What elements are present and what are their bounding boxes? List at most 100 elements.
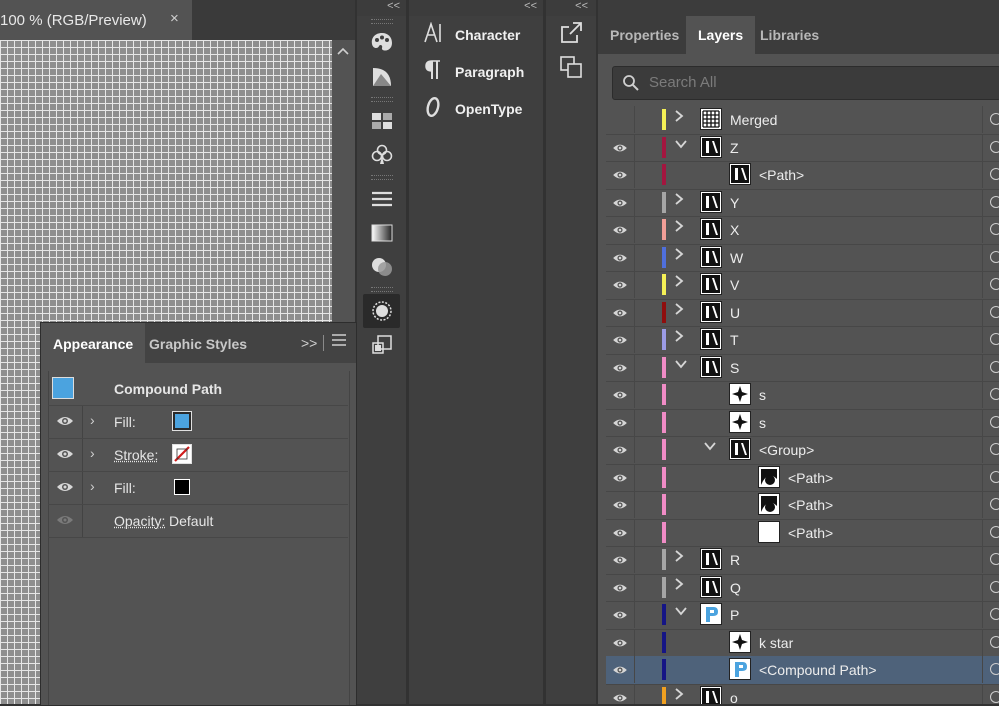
layer-row[interactable]: k star bbox=[606, 629, 999, 658]
layer-name[interactable]: k star bbox=[759, 635, 793, 651]
eye-icon[interactable] bbox=[612, 333, 628, 347]
eye-icon[interactable] bbox=[612, 498, 628, 512]
expand-chevron-icon[interactable] bbox=[674, 329, 684, 346]
target-circle-icon[interactable] bbox=[990, 361, 999, 373]
search-input[interactable] bbox=[647, 73, 981, 92]
eye-icon[interactable] bbox=[612, 691, 628, 705]
target-circle-icon[interactable] bbox=[990, 388, 999, 400]
layer-name[interactable]: s bbox=[759, 387, 766, 403]
eye-icon[interactable] bbox=[612, 663, 628, 677]
color-guide-palette-icon[interactable] bbox=[357, 26, 406, 60]
more-panels-icon[interactable]: >> bbox=[301, 335, 317, 351]
layer-name[interactable]: <Path> bbox=[788, 470, 833, 486]
target-circle-icon[interactable] bbox=[990, 168, 999, 180]
eye-icon[interactable] bbox=[56, 447, 72, 463]
layer-name[interactable]: Y bbox=[730, 195, 739, 211]
layer-row[interactable]: <Group> bbox=[606, 436, 999, 465]
collapse-panels-icon[interactable]: << bbox=[575, 0, 596, 12]
expand-chevron-icon[interactable]: › bbox=[90, 478, 95, 494]
expand-chevron-icon[interactable] bbox=[674, 219, 684, 236]
layer-row[interactable]: <Path> bbox=[606, 519, 999, 548]
character-panel-button[interactable]: Character bbox=[409, 16, 543, 53]
artboards-icon[interactable] bbox=[546, 50, 596, 84]
collapse-chevron-icon[interactable] bbox=[703, 439, 717, 456]
document-title[interactable]: 100 % (RGB/Preview) bbox=[0, 12, 147, 29]
eye-icon[interactable] bbox=[612, 251, 628, 265]
layer-row[interactable]: Y bbox=[606, 189, 999, 218]
target-circle-icon[interactable] bbox=[990, 691, 999, 703]
collapse-panels-icon[interactable]: << bbox=[387, 0, 406, 12]
expand-chevron-icon[interactable]: › bbox=[90, 445, 95, 461]
layer-row[interactable]: <Path> bbox=[606, 464, 999, 493]
layer-row[interactable]: U bbox=[606, 299, 999, 328]
target-circle-icon[interactable] bbox=[990, 663, 999, 675]
layer-row[interactable]: S bbox=[606, 354, 999, 383]
layer-name[interactable]: s bbox=[759, 415, 766, 431]
dock-column-header[interactable]: << bbox=[357, 0, 406, 16]
grip-handle[interactable] bbox=[357, 172, 406, 182]
layer-row[interactable]: <Path> bbox=[606, 161, 999, 190]
eye-icon[interactable] bbox=[612, 526, 628, 540]
collapse-chevron-icon[interactable] bbox=[674, 137, 688, 154]
layer-row[interactable]: s bbox=[606, 409, 999, 438]
transparency-icon[interactable] bbox=[357, 250, 406, 284]
expand-chevron-icon[interactable] bbox=[674, 577, 684, 594]
layer-row[interactable]: T bbox=[606, 326, 999, 355]
target-circle-icon[interactable] bbox=[990, 306, 999, 318]
layer-name[interactable]: P bbox=[730, 607, 739, 623]
layer-name[interactable]: <Path> bbox=[759, 167, 804, 183]
layer-row[interactable]: s bbox=[606, 381, 999, 410]
visibility-toggle[interactable] bbox=[612, 113, 628, 127]
eye-icon[interactable] bbox=[56, 414, 72, 430]
layer-name[interactable]: <Path> bbox=[788, 497, 833, 513]
eye-icon[interactable] bbox=[612, 581, 628, 595]
eye-icon[interactable] bbox=[612, 608, 628, 622]
layer-row[interactable]: <Path> bbox=[606, 491, 999, 520]
target-circle-icon[interactable] bbox=[990, 498, 999, 510]
layer-name[interactable]: R bbox=[730, 552, 740, 568]
target-circle-icon[interactable] bbox=[990, 223, 999, 235]
tab-graphic-styles[interactable]: Graphic Styles bbox=[137, 323, 259, 363]
opacity-value[interactable]: Default bbox=[169, 513, 213, 529]
grip-handle[interactable] bbox=[357, 16, 406, 26]
tab-layers[interactable]: Layers bbox=[686, 16, 755, 54]
graphic-styles-icon[interactable] bbox=[357, 328, 406, 362]
layer-row[interactable]: X bbox=[606, 216, 999, 245]
layer-name[interactable]: T bbox=[730, 332, 739, 348]
tab-appearance[interactable]: Appearance bbox=[41, 323, 145, 363]
layer-name[interactable]: <Group> bbox=[759, 442, 814, 458]
export-asset-icon[interactable] bbox=[546, 16, 596, 50]
eye-icon[interactable] bbox=[612, 306, 628, 320]
layer-row[interactable]: Z bbox=[606, 134, 999, 163]
eye-icon[interactable] bbox=[56, 480, 72, 496]
opacity-label[interactable]: Opacity: bbox=[114, 513, 165, 529]
expand-chevron-icon[interactable] bbox=[674, 687, 684, 704]
target-circle-icon[interactable] bbox=[990, 526, 999, 538]
eye-icon[interactable] bbox=[612, 553, 628, 567]
symbols-club-icon[interactable] bbox=[357, 138, 406, 172]
eye-icon[interactable] bbox=[612, 278, 628, 292]
document-tab[interactable]: 100 % (RGB/Preview) × bbox=[0, 0, 192, 40]
layer-row-selected[interactable]: <Compound Path> bbox=[606, 656, 999, 685]
fill-swatch[interactable] bbox=[174, 479, 190, 495]
stroke-label[interactable]: Stroke: bbox=[114, 447, 158, 463]
target-circle-icon[interactable] bbox=[990, 608, 999, 620]
opentype-panel-button[interactable]: OpenType bbox=[409, 90, 543, 127]
target-circle-icon[interactable] bbox=[990, 553, 999, 565]
layer-name[interactable]: <Path> bbox=[788, 525, 833, 541]
layer-row[interactable]: o bbox=[606, 684, 999, 705]
layer-name[interactable]: W bbox=[730, 250, 743, 266]
layers-search[interactable] bbox=[612, 66, 999, 100]
stroke-none-swatch[interactable] bbox=[172, 444, 192, 464]
color-icon[interactable] bbox=[357, 60, 406, 94]
tab-libraries[interactable]: Libraries bbox=[748, 16, 831, 54]
dock-column-header[interactable]: << bbox=[546, 0, 596, 16]
appearance-object-row[interactable]: Compound Path bbox=[48, 371, 348, 406]
eye-icon[interactable] bbox=[612, 361, 628, 375]
expand-chevron-icon[interactable] bbox=[674, 192, 684, 209]
collapse-chevron-icon[interactable] bbox=[674, 604, 688, 621]
layer-name[interactable]: Z bbox=[730, 140, 739, 156]
layer-name[interactable]: <Compound Path> bbox=[759, 662, 877, 678]
eye-icon[interactable] bbox=[612, 168, 628, 182]
layer-row[interactable]: W bbox=[606, 244, 999, 273]
